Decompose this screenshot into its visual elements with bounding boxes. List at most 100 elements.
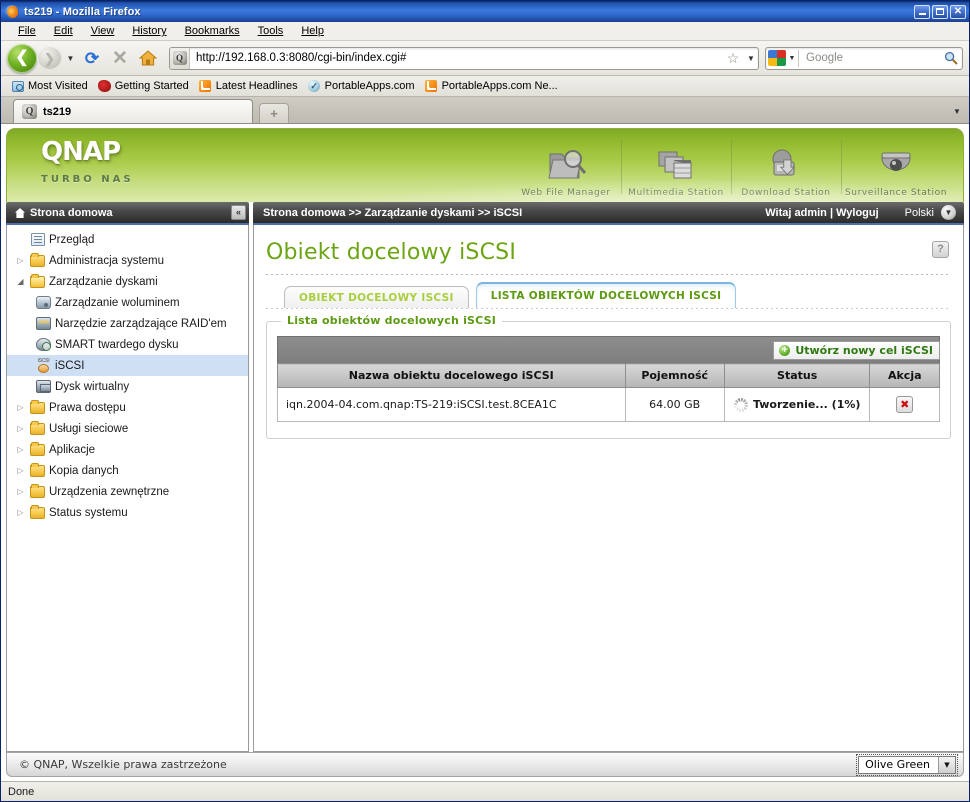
tab-strip: Q ts219 + ▼ — [1, 97, 969, 124]
station-web-file-manager[interactable]: Web File Manager — [511, 130, 621, 202]
overview-icon — [29, 232, 46, 247]
sidebar-item-kopia-danych[interactable]: ▷ Kopia danych — [7, 460, 248, 481]
sidebar-item-prawa-dostepu[interactable]: ▷ Prawa dostępu — [7, 397, 248, 418]
sidebar-item-narzedzie-raid[interactable]: Narzędzie zarządzające RAID'em — [7, 313, 248, 334]
twisty-icon[interactable]: ▷ — [15, 256, 26, 265]
tab-label: ts219 — [43, 105, 72, 118]
forward-button-icon[interactable]: ❯ — [37, 46, 62, 70]
menu-bookmarks[interactable]: Bookmarks — [176, 24, 249, 38]
close-button[interactable]: ✕ — [950, 4, 966, 19]
sidebar-item-zarzadzanie-dyskami[interactable]: ◢ Zarządzanie dyskami — [7, 271, 248, 292]
chevron-down-icon[interactable]: ▼ — [941, 205, 956, 220]
menu-tools[interactable]: Tools — [249, 24, 293, 38]
title-divider — [266, 274, 951, 275]
url-text[interactable]: http://192.168.0.3:8080/cgi-bin/index.cg… — [190, 52, 722, 64]
bookmark-portableapps[interactable]: ✓ PortableApps.com — [304, 79, 419, 94]
folder-icon — [29, 504, 46, 520]
station-download[interactable]: Download Station — [731, 130, 841, 202]
twisty-icon[interactable]: ▷ — [15, 445, 26, 454]
station-multimedia[interactable]: Multimedia Station — [621, 130, 731, 202]
stop-icon[interactable]: ✕ — [107, 45, 133, 71]
menu-edit[interactable]: Edit — [45, 24, 82, 38]
qnap-logo: QNAP — [41, 137, 121, 167]
bookmark-latest-headlines[interactable]: Latest Headlines — [195, 79, 302, 94]
list-all-tabs-icon[interactable]: ▼ — [949, 103, 965, 119]
twisty-icon[interactable]: ▷ — [15, 508, 26, 517]
welcome-logout[interactable]: Witaj admin | Wyloguj — [765, 207, 878, 219]
tab-obiekt-docelowy-iscsi[interactable]: OBIEKT DOCELOWY ISCSI — [284, 286, 469, 308]
bookmark-most-visited[interactable]: Most Visited — [7, 79, 92, 94]
raid-icon — [35, 316, 52, 331]
help-icon[interactable]: ? — [932, 241, 949, 258]
search-bar[interactable]: ▼ Google — [765, 46, 963, 70]
sidebar-item-status-systemu[interactable]: ▷ Status systemu — [7, 502, 248, 523]
twisty-icon[interactable]: ▷ — [15, 424, 26, 433]
home-icon[interactable] — [135, 45, 161, 71]
sidebar-item-label: Usługi sieciowe — [49, 422, 129, 435]
smart-icon — [35, 337, 52, 352]
maximize-button[interactable] — [932, 4, 948, 19]
table-row: iqn.2004-04.com.qnap:TS-219:iSCSI.test.8… — [277, 387, 940, 422]
search-magnifier-icon[interactable] — [940, 51, 962, 65]
menu-help[interactable]: Help — [292, 24, 333, 38]
sidebar-item-label: iSCSI — [55, 359, 85, 372]
sidebar-tree: Przegląd ▷ Administracja systemu ◢ Zarzą… — [6, 225, 249, 752]
url-bar[interactable]: Q http://192.168.0.3:8080/cgi-bin/index.… — [169, 46, 759, 70]
twisty-icon[interactable]: ▷ — [15, 487, 26, 496]
delete-icon[interactable]: ✖ — [896, 396, 914, 413]
sidebar-item-iscsi[interactable]: iSCSI iSCSI — [7, 355, 248, 376]
bookmark-label: Getting Started — [114, 80, 189, 92]
create-button-label: Utwórz nowy cel iSCSI — [795, 343, 933, 357]
header-strip: Strona domowa « Strona domowa >> Zarządz… — [6, 202, 964, 225]
create-new-iscsi-target-button[interactable]: + Utwórz nowy cel iSCSI — [773, 340, 940, 360]
back-button-icon[interactable]: ❮ — [7, 43, 37, 73]
language-selector[interactable]: Polski ▼ — [905, 205, 956, 220]
sidebar-item-label: Kopia danych — [49, 464, 119, 477]
tab-lista-obiektow-docelowych-iscsi[interactable]: LISTA OBIEKTÓW DOCELOWYCH ISCSI — [475, 282, 737, 308]
new-tab-button[interactable]: + — [259, 103, 289, 123]
twisty-icon[interactable]: ▷ — [15, 466, 26, 475]
search-engine-dropdown-icon[interactable]: ▼ — [786, 55, 798, 62]
page-footer: © QNAP, Wszelkie prawa zastrzeżone Olive… — [6, 752, 964, 777]
getting-started-icon — [97, 80, 111, 93]
qnap-banner: QNAP TURBO NAS Web File Manager Multimed… — [6, 128, 964, 202]
history-dropdown-icon[interactable]: ▼ — [64, 46, 77, 70]
reload-icon[interactable]: ⟳ — [79, 45, 105, 71]
folder-icon — [29, 252, 46, 268]
station-surveillance[interactable]: Surveillance Station — [841, 130, 951, 202]
twisty-icon[interactable]: ◢ — [15, 277, 26, 286]
sidebar-item-uslugi-sieciowe[interactable]: ▷ Usługi sieciowe — [7, 418, 248, 439]
sidebar-item-administracja-systemu[interactable]: ▷ Administracja systemu — [7, 250, 248, 271]
sidebar-header[interactable]: Strona domowa « — [6, 202, 249, 225]
page-title: Obiekt docelowy iSCSI — [266, 240, 517, 265]
browser-status-bar: Done — [1, 781, 969, 801]
sidebar-item-urzadzenia-zewnetrzne[interactable]: ▷ Urządzenia zewnętrzne — [7, 481, 248, 502]
twisty-icon[interactable]: ▷ — [15, 403, 26, 412]
menu-history[interactable]: History — [123, 24, 175, 38]
column-header-capacity: Pojemność — [624, 363, 725, 388]
url-dropdown-icon[interactable]: ▼ — [744, 54, 758, 63]
iscsi-target-table: Nazwa obiektu docelowego iSCSI Pojemność… — [277, 363, 940, 422]
download-arrow-icon — [763, 145, 809, 185]
menu-file[interactable]: File — [9, 24, 45, 38]
sidebar-item-zarzadzanie-woluminem[interactable]: Zarządzanie woluminem — [7, 292, 248, 313]
bookmark-getting-started[interactable]: Getting Started — [94, 79, 193, 94]
sidebar-item-aplikacje[interactable]: ▷ Aplikacje — [7, 439, 248, 460]
bookmark-portableapps-news[interactable]: PortableApps.com Ne... — [421, 79, 562, 94]
window-title: ts219 - Mozilla Firefox — [24, 5, 141, 18]
sidebar-item-label: Narzędzie zarządzające RAID'em — [55, 317, 227, 330]
sidebar-item-dysk-wirtualny[interactable]: Dysk wirtualny — [7, 376, 248, 397]
theme-select[interactable]: Olive Green ▼ — [856, 753, 958, 776]
page-content: QNAP TURBO NAS Web File Manager Multimed… — [1, 124, 969, 781]
browser-tab-ts219[interactable]: Q ts219 — [13, 99, 253, 123]
sidebar-item-smart-twardego-dysku[interactable]: SMART twardego dysku — [7, 334, 248, 355]
chevron-down-icon[interactable]: ▼ — [938, 756, 955, 773]
navigation-toolbar: ❮ ❯ ▼ ⟳ ✕ Q http://192.168.0.3:8080/cgi-… — [1, 41, 969, 76]
bookmark-star-icon[interactable]: ☆ — [722, 51, 744, 65]
sidebar-item-przeglad[interactable]: Przegląd — [7, 229, 248, 250]
sidebar-collapse-button[interactable]: « — [231, 205, 246, 220]
search-input[interactable]: Google — [799, 52, 940, 64]
cell-action: ✖ — [869, 387, 940, 422]
minimize-button[interactable] — [914, 4, 930, 19]
menu-view[interactable]: View — [82, 24, 124, 38]
